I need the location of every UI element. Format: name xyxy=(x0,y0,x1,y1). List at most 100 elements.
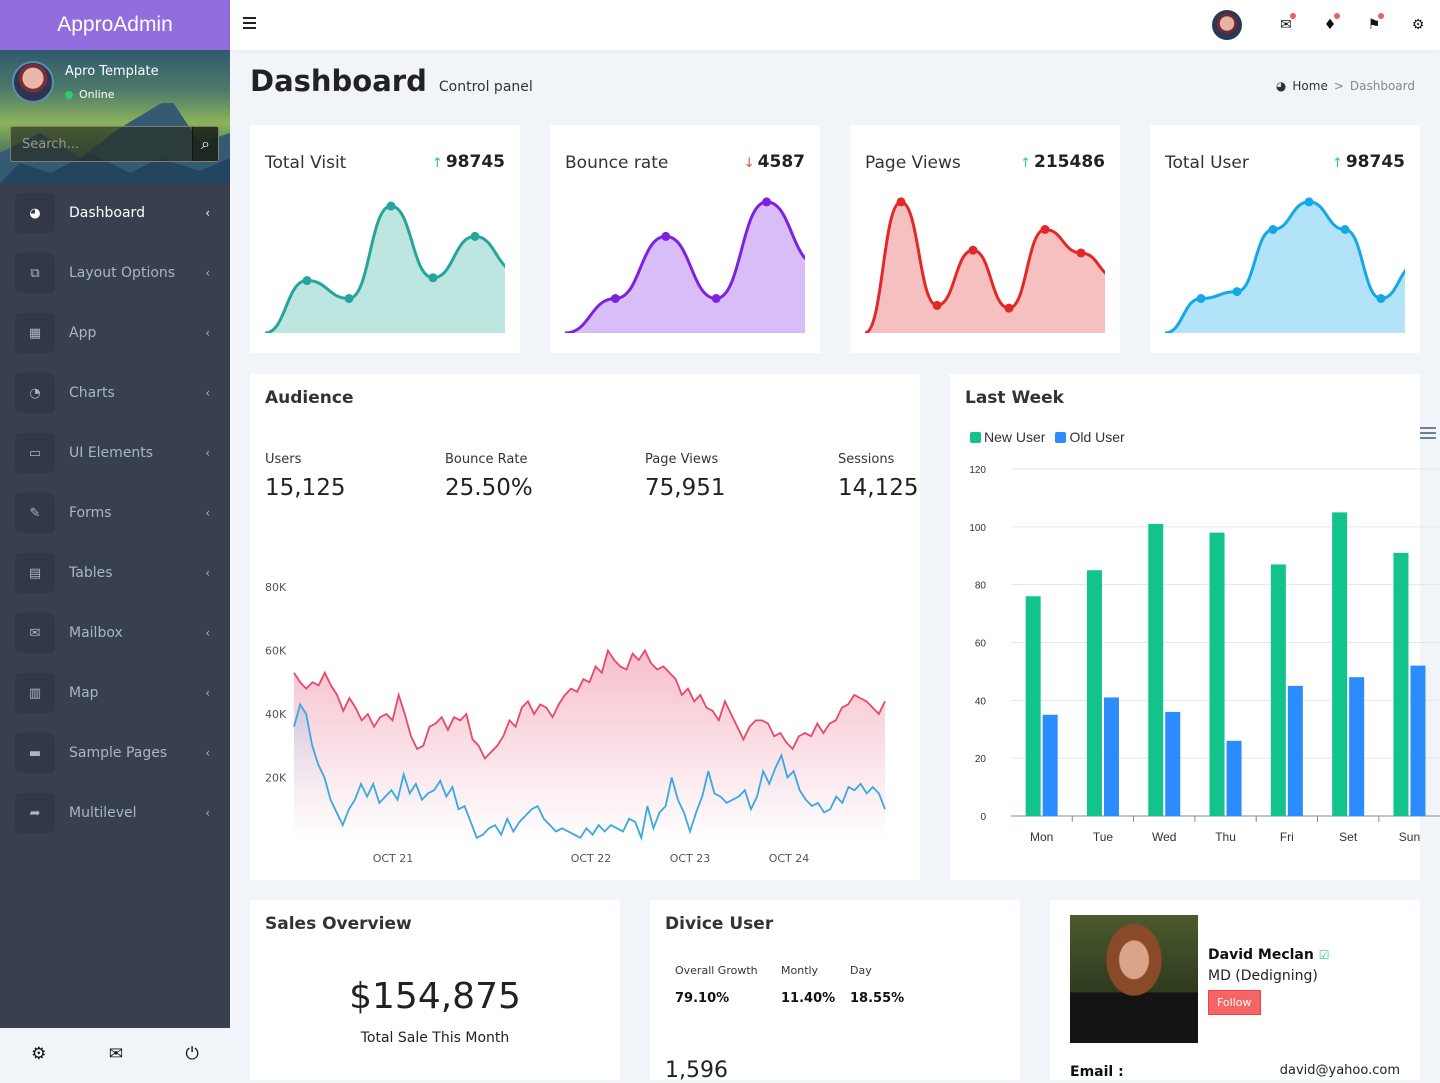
sparkline-point xyxy=(428,273,438,283)
messages-button[interactable]: ✉ xyxy=(1264,13,1308,33)
sales-overview-card: Sales Overview $154,875 Total Sale This … xyxy=(250,900,620,1080)
header-avatar[interactable] xyxy=(1212,10,1242,40)
bar-old-user[interactable] xyxy=(1410,665,1426,816)
bar-old-user[interactable] xyxy=(1349,677,1365,816)
breadcrumb-home[interactable]: Home xyxy=(1292,79,1327,93)
sparkline-point xyxy=(1040,225,1050,234)
user-avatar[interactable] xyxy=(12,61,54,103)
bar-new-user[interactable] xyxy=(1393,552,1409,816)
map-icon: ▥ xyxy=(15,673,55,713)
chevron-left-icon: ‹ xyxy=(205,686,210,700)
bar-new-user[interactable] xyxy=(1025,596,1041,816)
y-tick-label: 0 xyxy=(980,812,986,823)
settings-icon[interactable]: ⚙ xyxy=(31,1044,46,1064)
sparkline-point xyxy=(1304,197,1314,207)
topbar: ✉ ♦ ⚑ ⚙ xyxy=(230,0,1440,50)
table-icon: ▤ xyxy=(15,553,55,593)
bar-new-user[interactable] xyxy=(1086,570,1102,816)
bar-new-user[interactable] xyxy=(1270,564,1286,816)
sidebar-item-multilevel[interactable]: ➦ Multilevel ‹ xyxy=(0,783,230,843)
menu-toggle-icon[interactable] xyxy=(243,17,256,32)
notification-dot xyxy=(1290,13,1296,19)
sparkline-point xyxy=(302,276,312,286)
sparkline-chart xyxy=(865,197,1105,333)
last-week-chart: 0 20 40 60 80 100 120 Mon Tue Wed Thu Fri Set Sun xyxy=(969,465,1440,844)
bar-old-user[interactable] xyxy=(1165,711,1181,816)
notifications-button[interactable]: ♦ xyxy=(1308,13,1352,33)
profile-role: MD (Dedigning) xyxy=(1208,968,1318,984)
brand-logo[interactable]: ApproAdmin xyxy=(0,0,230,50)
bell-icon: ♦ xyxy=(1323,17,1337,33)
page-subtitle: Control panel xyxy=(438,79,533,95)
bar-new-user[interactable] xyxy=(1148,523,1164,816)
stat-value: ↑ 215486 xyxy=(1020,152,1105,172)
sidebar-item-tables[interactable]: ▤ Tables ‹ xyxy=(0,543,230,603)
sidebar-item-label: Map xyxy=(69,685,99,701)
bar-new-user[interactable] xyxy=(1332,512,1348,816)
profile-email[interactable]: david@yahoo.com xyxy=(1280,1063,1400,1078)
bar-old-user[interactable] xyxy=(1103,697,1119,816)
device-count: 1,596 xyxy=(665,1058,728,1083)
page-header: Dashboard Control panel xyxy=(250,64,533,98)
audience-chart: 80K 60K 40K 20K OCT 21 OCT 22 OCT 23 OCT 24 xyxy=(265,581,886,865)
sidebar-item-layout-options[interactable]: ⧉ Layout Options ‹ xyxy=(0,243,230,303)
breadcrumb-current: Dashboard xyxy=(1349,79,1415,93)
sparkline-point xyxy=(968,245,978,255)
sidebar-item-forms[interactable]: ✎ Forms ‹ xyxy=(0,483,230,543)
sidebar-search: ⌕ xyxy=(10,126,219,162)
mail-icon[interactable]: ✉ xyxy=(109,1044,123,1064)
chevron-left-icon: ‹ xyxy=(205,566,210,580)
y-tick-label: 20 xyxy=(975,754,987,765)
last-week-card: Last Week New User Old User 0 20 40 60 80 100… xyxy=(950,374,1440,880)
sidebar-item-label: UI Elements xyxy=(69,445,154,461)
email-label: Email : xyxy=(1070,1064,1124,1080)
stat-title: Total Visit xyxy=(265,153,347,173)
follow-button[interactable]: Follow xyxy=(1208,990,1261,1015)
search-button[interactable]: ⌕ xyxy=(192,127,218,161)
trend-arrow-icon: ↑ xyxy=(1331,156,1343,171)
x-tick-label: Fri xyxy=(1280,830,1294,844)
edit-icon: ✎ xyxy=(15,493,55,533)
daily-growth: Day 18.55% xyxy=(850,964,905,1006)
sidebar-search-input[interactable] xyxy=(11,127,192,161)
user-panel: Apro Template Online xyxy=(0,50,230,183)
sparkline-point xyxy=(1376,294,1386,303)
bar-old-user[interactable] xyxy=(1226,740,1242,816)
y-tick-label: 60K xyxy=(265,645,287,658)
chevron-left-icon: ‹ xyxy=(205,386,210,400)
trend-arrow-icon: ↓ xyxy=(743,156,755,171)
sidebar-item-charts[interactable]: ◔ Charts ‹ xyxy=(0,363,230,423)
sidebar-item-sample-pages[interactable]: ▬ Sample Pages ‹ xyxy=(0,723,230,783)
bar-new-user[interactable] xyxy=(1209,532,1225,816)
bar-old-user[interactable] xyxy=(1287,685,1303,816)
page-title: Dashboard xyxy=(250,64,427,98)
sidebar-item-map[interactable]: ▥ Map ‹ xyxy=(0,663,230,723)
flags-button[interactable]: ⚑ xyxy=(1352,13,1396,33)
sidebar-item-dashboard[interactable]: ◕ Dashboard ‹ xyxy=(0,183,230,243)
bar-old-user[interactable] xyxy=(1042,714,1058,816)
sparkline-point xyxy=(711,294,721,303)
settings-button[interactable]: ⚙ xyxy=(1396,17,1440,33)
sidebar-footer: ⚙ ✉ ⏻ xyxy=(0,1028,230,1080)
sidebar-item-label: Mailbox xyxy=(69,625,123,641)
user-name: Apro Template xyxy=(65,64,159,79)
stat-card-bounce-rate: Bounce rate ↓ 4587 xyxy=(550,125,820,353)
power-icon[interactable]: ⏻ xyxy=(185,1044,198,1064)
stat-value: ↑ 98745 xyxy=(431,152,505,172)
stat-value: ↓ 4587 xyxy=(743,152,805,172)
sidebar-item-ui-elements[interactable]: ▭ UI Elements ‹ xyxy=(0,423,230,483)
sidebar-item-app[interactable]: ▦ App ‹ xyxy=(0,303,230,363)
chevron-left-icon: ‹ xyxy=(205,746,210,760)
sidebar-menu: ◕ Dashboard ‹ ⧉ Layout Options ‹ ▦ App ‹ ◔ Charts ‹… xyxy=(0,183,230,843)
chart-menu-icon[interactable] xyxy=(1420,427,1436,442)
profile-name: David Meclan ☑ xyxy=(1208,947,1330,963)
laptop-icon: ▭ xyxy=(15,433,55,473)
grid-icon: ▦ xyxy=(15,313,55,353)
sparkline-point xyxy=(1340,225,1350,234)
trend-arrow-icon: ↑ xyxy=(431,156,443,171)
sparkline-point xyxy=(344,294,354,303)
sidebar-item-mailbox[interactable]: ✉ Mailbox ‹ xyxy=(0,603,230,663)
profile-card: David Meclan ☑ MD (Dedigning) Follow Ema… xyxy=(1050,900,1420,1080)
chevron-left-icon: ‹ xyxy=(205,206,210,220)
stat-card-total-user: Total User ↑ 98745 xyxy=(1150,125,1420,353)
